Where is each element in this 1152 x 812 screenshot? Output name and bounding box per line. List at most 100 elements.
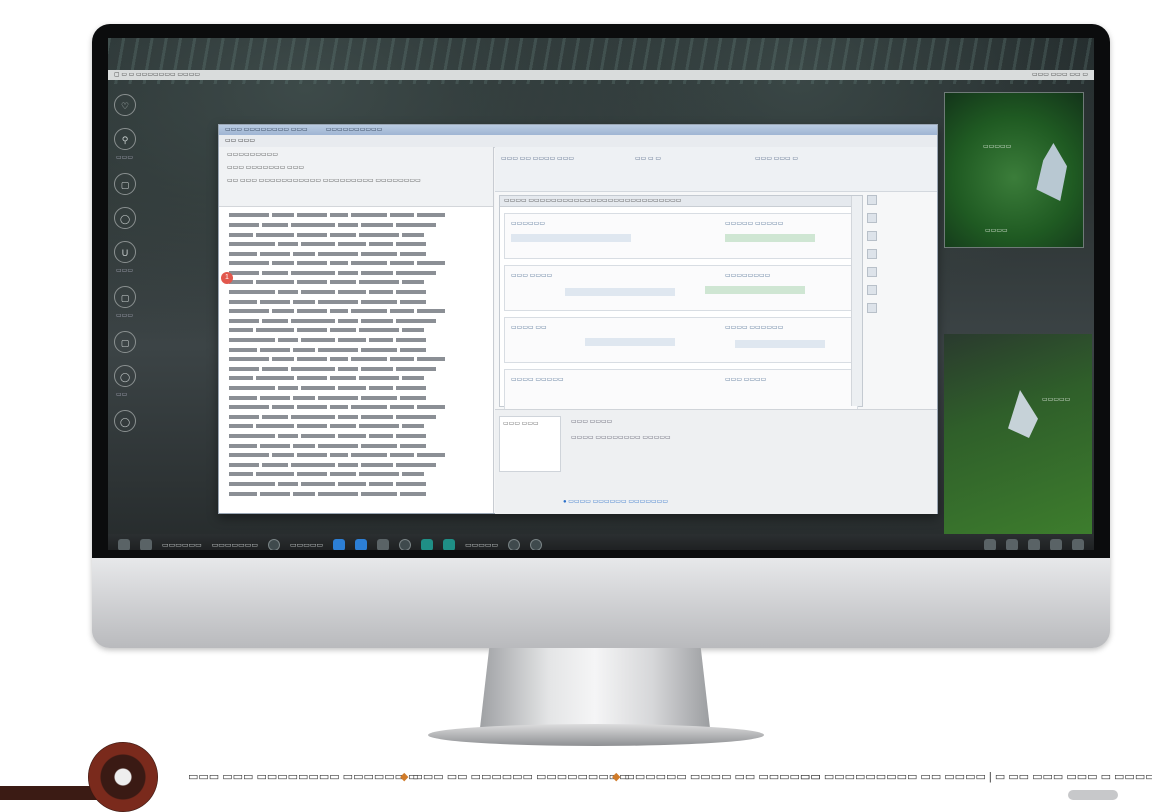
tool-icon[interactable] <box>867 213 877 223</box>
tool-icon[interactable] <box>867 249 877 259</box>
taskbar-item[interactable]: ▭▭▭▭▭▭ <box>162 541 202 549</box>
globe-icon[interactable]: ◯ <box>114 410 136 432</box>
toolbar-group[interactable]: ▭▭▭ ▭▭ ▭▭▭▭ ▭▭▭ <box>501 155 574 162</box>
document-text-line <box>229 326 483 336</box>
grid-row-label: ▭▭▭▭▭▭ <box>511 221 546 227</box>
document-text-line <box>229 249 483 259</box>
tool-icon[interactable] <box>867 303 877 313</box>
document-text-line <box>229 384 483 394</box>
widget-caption: ▭▭▭▭ <box>985 228 1008 234</box>
cloud-icon[interactable] <box>1028 539 1040 550</box>
document-text-line <box>229 211 483 221</box>
grid-scrollbar[interactable] <box>851 196 862 406</box>
heart-icon[interactable]: ♡ <box>114 94 136 116</box>
taskbar-item[interactable]: ▭▭▭▭▭ <box>465 541 498 549</box>
app-title: ▭▭▭ ▭▭▭▭▭▭▭▭ ▭▭▭ <box>225 127 308 133</box>
notification-badge[interactable]: 1 <box>221 272 233 284</box>
search-icon[interactable]: ⚲ <box>114 128 136 150</box>
monitor: ▢ ▭ ▭ ▭▭▭▭▭▭▭ ▭▭▭▭ ▭▭▭ ▭▭▭ ▭▭ ▭ ♡ ⚲ ▭▭▭ … <box>92 24 1110 648</box>
document-text-line <box>229 230 483 240</box>
disc-icon[interactable]: ◯ <box>114 365 136 387</box>
document-header-line[interactable]: ▭▭ ▭▭▭ ▭▭▭▭▭▭▭▭▭▭▭ ▭▭▭▭▭▭▭▭▭ ▭▭▭▭▭▭▭▭ <box>227 177 485 184</box>
document-text-line <box>229 470 483 480</box>
document-text-line <box>229 480 483 490</box>
grid-row-label: ▭▭▭▭ ▭▭ <box>511 325 547 331</box>
circle-icon[interactable]: ◯ <box>114 207 136 229</box>
toolbar-group[interactable]: ▭▭▭ ▭▭▭ ▭ <box>755 155 798 162</box>
app-title-bar[interactable]: ▭▭▭ ▭▭▭▭▭▭▭▭ ▭▭▭ ▭▭▭▭▭▭▭▭▭▭ <box>219 125 937 135</box>
grid-row[interactable]: ▭▭▭▭ ▭▭ ▭▭▭▭ ▭▭▭▭▭▭ <box>504 317 858 363</box>
mail-icon[interactable] <box>355 539 368 550</box>
network-icon[interactable] <box>984 539 996 550</box>
desktop-icon-column: ♡ ⚲ ▭▭▭ ▢ ◯ U ▭▭▭ ▢ ▭▭▭ ▢ ◯ ▭▭ ◯ <box>114 94 142 444</box>
chart-icon[interactable] <box>443 539 456 550</box>
grid-row[interactable]: ▭▭▭▭▭▭ ▭▭▭▭▭ ▭▭▭▭▭ <box>504 213 858 259</box>
battery-icon[interactable] <box>1050 539 1062 550</box>
document-text-line <box>229 365 483 375</box>
browser-icon[interactable] <box>333 539 346 550</box>
document-body[interactable] <box>219 207 493 503</box>
details-tab[interactable]: ▭▭▭ ▭▭▭ <box>499 416 561 472</box>
toolbar-group[interactable]: ▭▭ ▭ ▭ <box>635 155 661 162</box>
tool-icon[interactable] <box>867 267 877 277</box>
desktop-icon-label: ▭▭▭ <box>116 155 134 161</box>
document-pane: ▭▭▭▭▭▭▭▭▭ ▭▭▭ ▭▭▭▭▭▭▭ ▭▭▭ ▭▭ ▭▭▭ ▭▭▭▭▭▭▭… <box>219 147 494 513</box>
home-icon[interactable] <box>1006 539 1018 550</box>
document-text-line <box>229 345 483 355</box>
document-text-line <box>229 288 483 298</box>
taskbar-item[interactable]: ▭▭▭▭▭ <box>290 541 323 549</box>
system-tray <box>984 539 1084 550</box>
tool-icon[interactable] <box>867 285 877 295</box>
document-header-line: ▭▭▭▭▭▭▭▭▭ <box>227 152 279 158</box>
document-text-line <box>229 269 483 279</box>
tool-icon[interactable] <box>867 195 877 205</box>
photo-widget[interactable]: ▭▭▭▭▭ ▭▭▭▭ <box>944 92 1084 248</box>
grid-row[interactable]: ▭▭▭ ▭▭▭▭ ▭▭▭▭▭▭▭▭ <box>504 265 858 311</box>
landscape-widget[interactable]: ▭▭▭▭▭ <box>944 334 1092 534</box>
window-icon[interactable] <box>140 539 152 550</box>
menu-bar-left[interactable]: ▢ ▭ ▭ ▭▭▭▭▭▭▭ ▭▭▭▭ <box>114 70 200 80</box>
widget-title: ▭▭▭▭▭ <box>983 144 1012 150</box>
monitor-stand-neck <box>480 648 710 728</box>
document-text-line <box>229 317 483 327</box>
document-text-line <box>229 489 483 499</box>
monitor-chin <box>92 558 1110 648</box>
widget-caption: ▭▭▭▭▭ <box>1042 397 1071 403</box>
document-text-line <box>229 307 483 317</box>
user-icon[interactable] <box>530 539 543 550</box>
tool-icon[interactable] <box>867 231 877 241</box>
camera-icon[interactable] <box>508 539 521 550</box>
record-icon[interactable] <box>267 539 280 550</box>
document-text-line <box>229 221 483 231</box>
page-indicator[interactable] <box>1068 790 1118 800</box>
window-icon[interactable]: ▢ <box>114 286 136 308</box>
document-text-line <box>229 297 483 307</box>
media-icon[interactable] <box>399 539 412 550</box>
image-icon[interactable] <box>421 539 434 550</box>
document-icon[interactable]: ▢ <box>114 331 136 353</box>
tree-icon[interactable] <box>377 539 390 550</box>
settings-icon[interactable] <box>1072 539 1084 550</box>
disc-icon <box>88 742 158 812</box>
taskbar: ▭▭▭▭▭▭ ▭▭▭▭▭▭▭ ▭▭▭▭▭ ▭▭▭▭▭ <box>108 534 1094 550</box>
grid-cell <box>511 234 631 242</box>
menu-bar: ▢ ▭ ▭ ▭▭▭▭▭▭▭ ▭▭▭▭ ▭▭▭ ▭▭▭ ▭▭ ▭ <box>108 70 1094 80</box>
folder-icon[interactable]: ▢ <box>114 173 136 195</box>
menu-bar-status[interactable]: ▭▭▭ ▭▭▭ ▭▭ ▭ <box>1032 70 1088 80</box>
document-text-line <box>229 441 483 451</box>
grid-cell <box>735 340 825 348</box>
details-link[interactable]: ● ▭▭▭▭ ▭▭▭▭▭▭ ▭▭▭▭▭▭▭ <box>563 498 668 505</box>
grid-header: ▭▭▭▭ ▭▭▭▭▭▭▭▭▭▭▭▭▭▭▭▭▭▭▭▭▭▭▭▭▭▭▭ <box>500 196 862 207</box>
leaf-icon <box>1036 143 1067 201</box>
document-text-line <box>229 374 483 384</box>
document-text-line <box>229 240 483 250</box>
start-icon[interactable] <box>118 539 130 550</box>
grid-row-label: ▭▭▭ ▭▭▭▭ <box>725 377 767 383</box>
user-icon[interactable]: U <box>114 241 136 263</box>
document-text-line <box>229 403 483 413</box>
document-text-line <box>229 336 483 346</box>
grid-cell <box>585 338 675 346</box>
document-text-line <box>229 422 483 432</box>
grid-row-label: ▭▭▭▭ ▭▭▭▭▭ <box>511 377 564 383</box>
taskbar-item[interactable]: ▭▭▭▭▭▭▭ <box>212 541 258 549</box>
